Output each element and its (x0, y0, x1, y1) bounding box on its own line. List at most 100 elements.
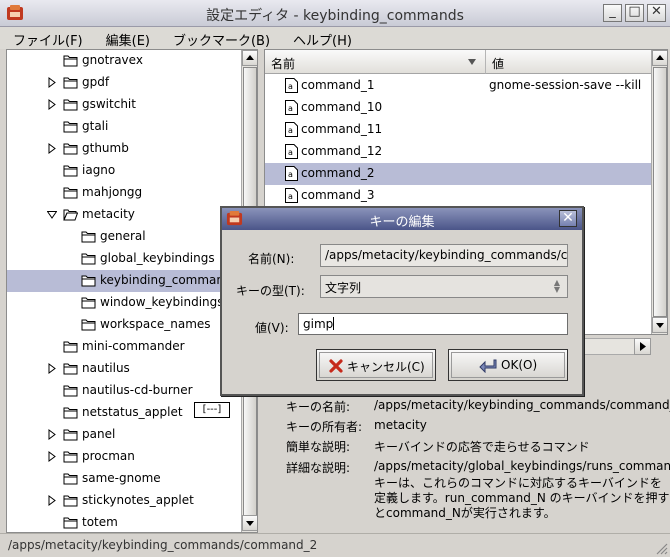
tree-item-label: window_keybindings (100, 295, 224, 309)
tree-item-label: gnotravex (82, 53, 143, 67)
tree-item[interactable]: global_keybindings (7, 248, 241, 270)
tree-item[interactable]: gswitchit (7, 94, 241, 116)
tree-item-label: same-gnome (82, 471, 161, 485)
key-type-value: 文字列 (325, 281, 362, 295)
folder-icon (81, 319, 96, 331)
key-row[interactable]: a command_3 (265, 185, 651, 207)
dialog-titlebar[interactable]: キーの編集 ✕ (222, 208, 582, 230)
type-label: キーの型(T): (236, 284, 305, 298)
window-titlebar[interactable]: 設定エディタ - keybinding_commands _ □ ✕ (0, 0, 670, 27)
tree-item[interactable]: procman (7, 446, 241, 468)
key-row[interactable]: a command_1 gnome-session-save --kill (265, 75, 651, 97)
menu-edit[interactable]: 編集(E) (92, 27, 159, 49)
folder-icon (63, 77, 78, 89)
expander-collapsed-icon[interactable] (47, 495, 57, 506)
arrow-down-icon (656, 323, 664, 328)
tree-item-label: nautilus-cd-burner (82, 383, 193, 397)
ok-button[interactable]: OK(O) (448, 349, 568, 381)
maximize-button[interactable]: □ (625, 4, 644, 22)
minimize-button[interactable]: _ (603, 4, 622, 22)
key-scroll-down-button[interactable] (652, 317, 667, 333)
dialog-title: キーの編集 (369, 215, 435, 230)
tree-item[interactable]: mahjongg (7, 182, 241, 204)
key-name: command_3 (301, 188, 375, 202)
scroll-up-button[interactable] (242, 50, 257, 66)
column-header-name[interactable]: 名前 (265, 50, 485, 74)
sort-down-icon (468, 59, 476, 65)
svg-text:a: a (288, 104, 293, 113)
tree-item[interactable]: gthumb (7, 138, 241, 160)
tree-item[interactable]: panel (7, 424, 241, 446)
expander-collapsed-icon[interactable] (47, 363, 57, 374)
key-scroll-up-button[interactable] (652, 50, 667, 66)
cancel-button[interactable]: キャンセル(C) (316, 349, 436, 381)
tree-item[interactable]: gpdf (7, 72, 241, 94)
expander-collapsed-icon[interactable] (47, 451, 57, 462)
window-title: 設定エディタ - keybinding_commands (206, 8, 464, 24)
tree-item-label: keybinding_commands (100, 273, 238, 287)
detail-value: キーバインドの応答で走らせるコマンド (374, 440, 590, 454)
key-name: command_1 (301, 78, 375, 92)
key-row[interactable]: a command_10 (265, 97, 651, 119)
key-name-field[interactable]: /apps/metacity/keybinding_commands/comma (320, 244, 568, 267)
value-input[interactable]: gimp (298, 313, 568, 335)
tree-item[interactable]: iagno (7, 160, 241, 182)
folder-icon (81, 253, 96, 265)
string-key-icon: a (285, 100, 298, 115)
tree-item-label: iagno (82, 163, 116, 177)
tree-item-label: workspace_names (100, 317, 211, 331)
column-header-value[interactable]: 値 (485, 50, 651, 74)
tree-item[interactable]: nautilus (7, 358, 241, 380)
scroll-down-button[interactable] (242, 515, 257, 531)
ok-button-label: OK(O) (501, 358, 538, 372)
scroll-right-button[interactable] (634, 338, 651, 355)
key-name: command_2 (301, 166, 375, 180)
expander-collapsed-icon[interactable] (47, 143, 57, 154)
detail-value: とcommand_Nが実行されます。 (374, 506, 556, 520)
key-row[interactable]: a command_2 (265, 163, 651, 185)
folder-icon (63, 495, 78, 507)
tree-item[interactable]: workspace_names (7, 314, 241, 336)
netstatus-widget: [---] (194, 402, 230, 418)
enter-arrow-icon (479, 359, 497, 373)
folder-icon (63, 429, 78, 441)
key-list-scrollbar[interactable] (651, 50, 667, 334)
tree-item-label: gtali (82, 119, 109, 133)
tree-item[interactable]: nautilus-cd-burner (7, 380, 241, 402)
tree-item[interactable]: gtali (7, 116, 241, 138)
menu-bookmarks[interactable]: ブックマーク(B) (159, 27, 279, 49)
tree-item[interactable]: metacity (7, 204, 241, 226)
key-scroll-thumb[interactable] (653, 67, 667, 317)
folder-open-icon (63, 209, 78, 221)
tree-item[interactable]: general (7, 226, 241, 248)
string-key-icon: a (285, 122, 298, 137)
tree-item[interactable]: gnotravex (7, 50, 241, 72)
menu-file[interactable]: ファイル(F) (0, 27, 92, 49)
dialog-close-button[interactable]: ✕ (559, 210, 577, 227)
key-row[interactable]: a command_12 (265, 141, 651, 163)
folder-icon (63, 451, 78, 463)
expander-collapsed-icon[interactable] (47, 77, 57, 88)
tree-item[interactable]: same-gnome (7, 468, 241, 490)
tree-item-label: gthumb (82, 141, 129, 155)
close-icon: ✕ (562, 210, 574, 226)
tree-item[interactable]: stickynotes_applet (7, 490, 241, 512)
close-window-button[interactable]: ✕ (647, 4, 666, 22)
expander-collapsed-icon[interactable] (47, 99, 57, 110)
expander-expanded-icon[interactable] (47, 209, 57, 220)
tree-item-label: panel (82, 427, 116, 441)
tree-item[interactable]: keybinding_commands (7, 270, 241, 292)
resize-grip-icon[interactable] (654, 541, 668, 555)
tree-item[interactable]: totem (7, 512, 241, 532)
tree-item[interactable]: window_keybindings (7, 292, 241, 314)
string-key-icon: a (285, 144, 298, 159)
key-row[interactable]: a command_11 (265, 119, 651, 141)
expander-collapsed-icon[interactable] (47, 429, 57, 440)
tree-item-label: metacity (82, 207, 135, 221)
tree-item-label: gswitchit (82, 97, 136, 111)
tree-item[interactable]: mini-commander (7, 336, 241, 358)
key-type-combo[interactable]: 文字列 ▲ ▼ (320, 275, 568, 298)
folder-icon (63, 363, 78, 375)
detail-label: 詳細な説明: (286, 461, 351, 475)
menu-help[interactable]: ヘルプ(H) (279, 27, 361, 49)
